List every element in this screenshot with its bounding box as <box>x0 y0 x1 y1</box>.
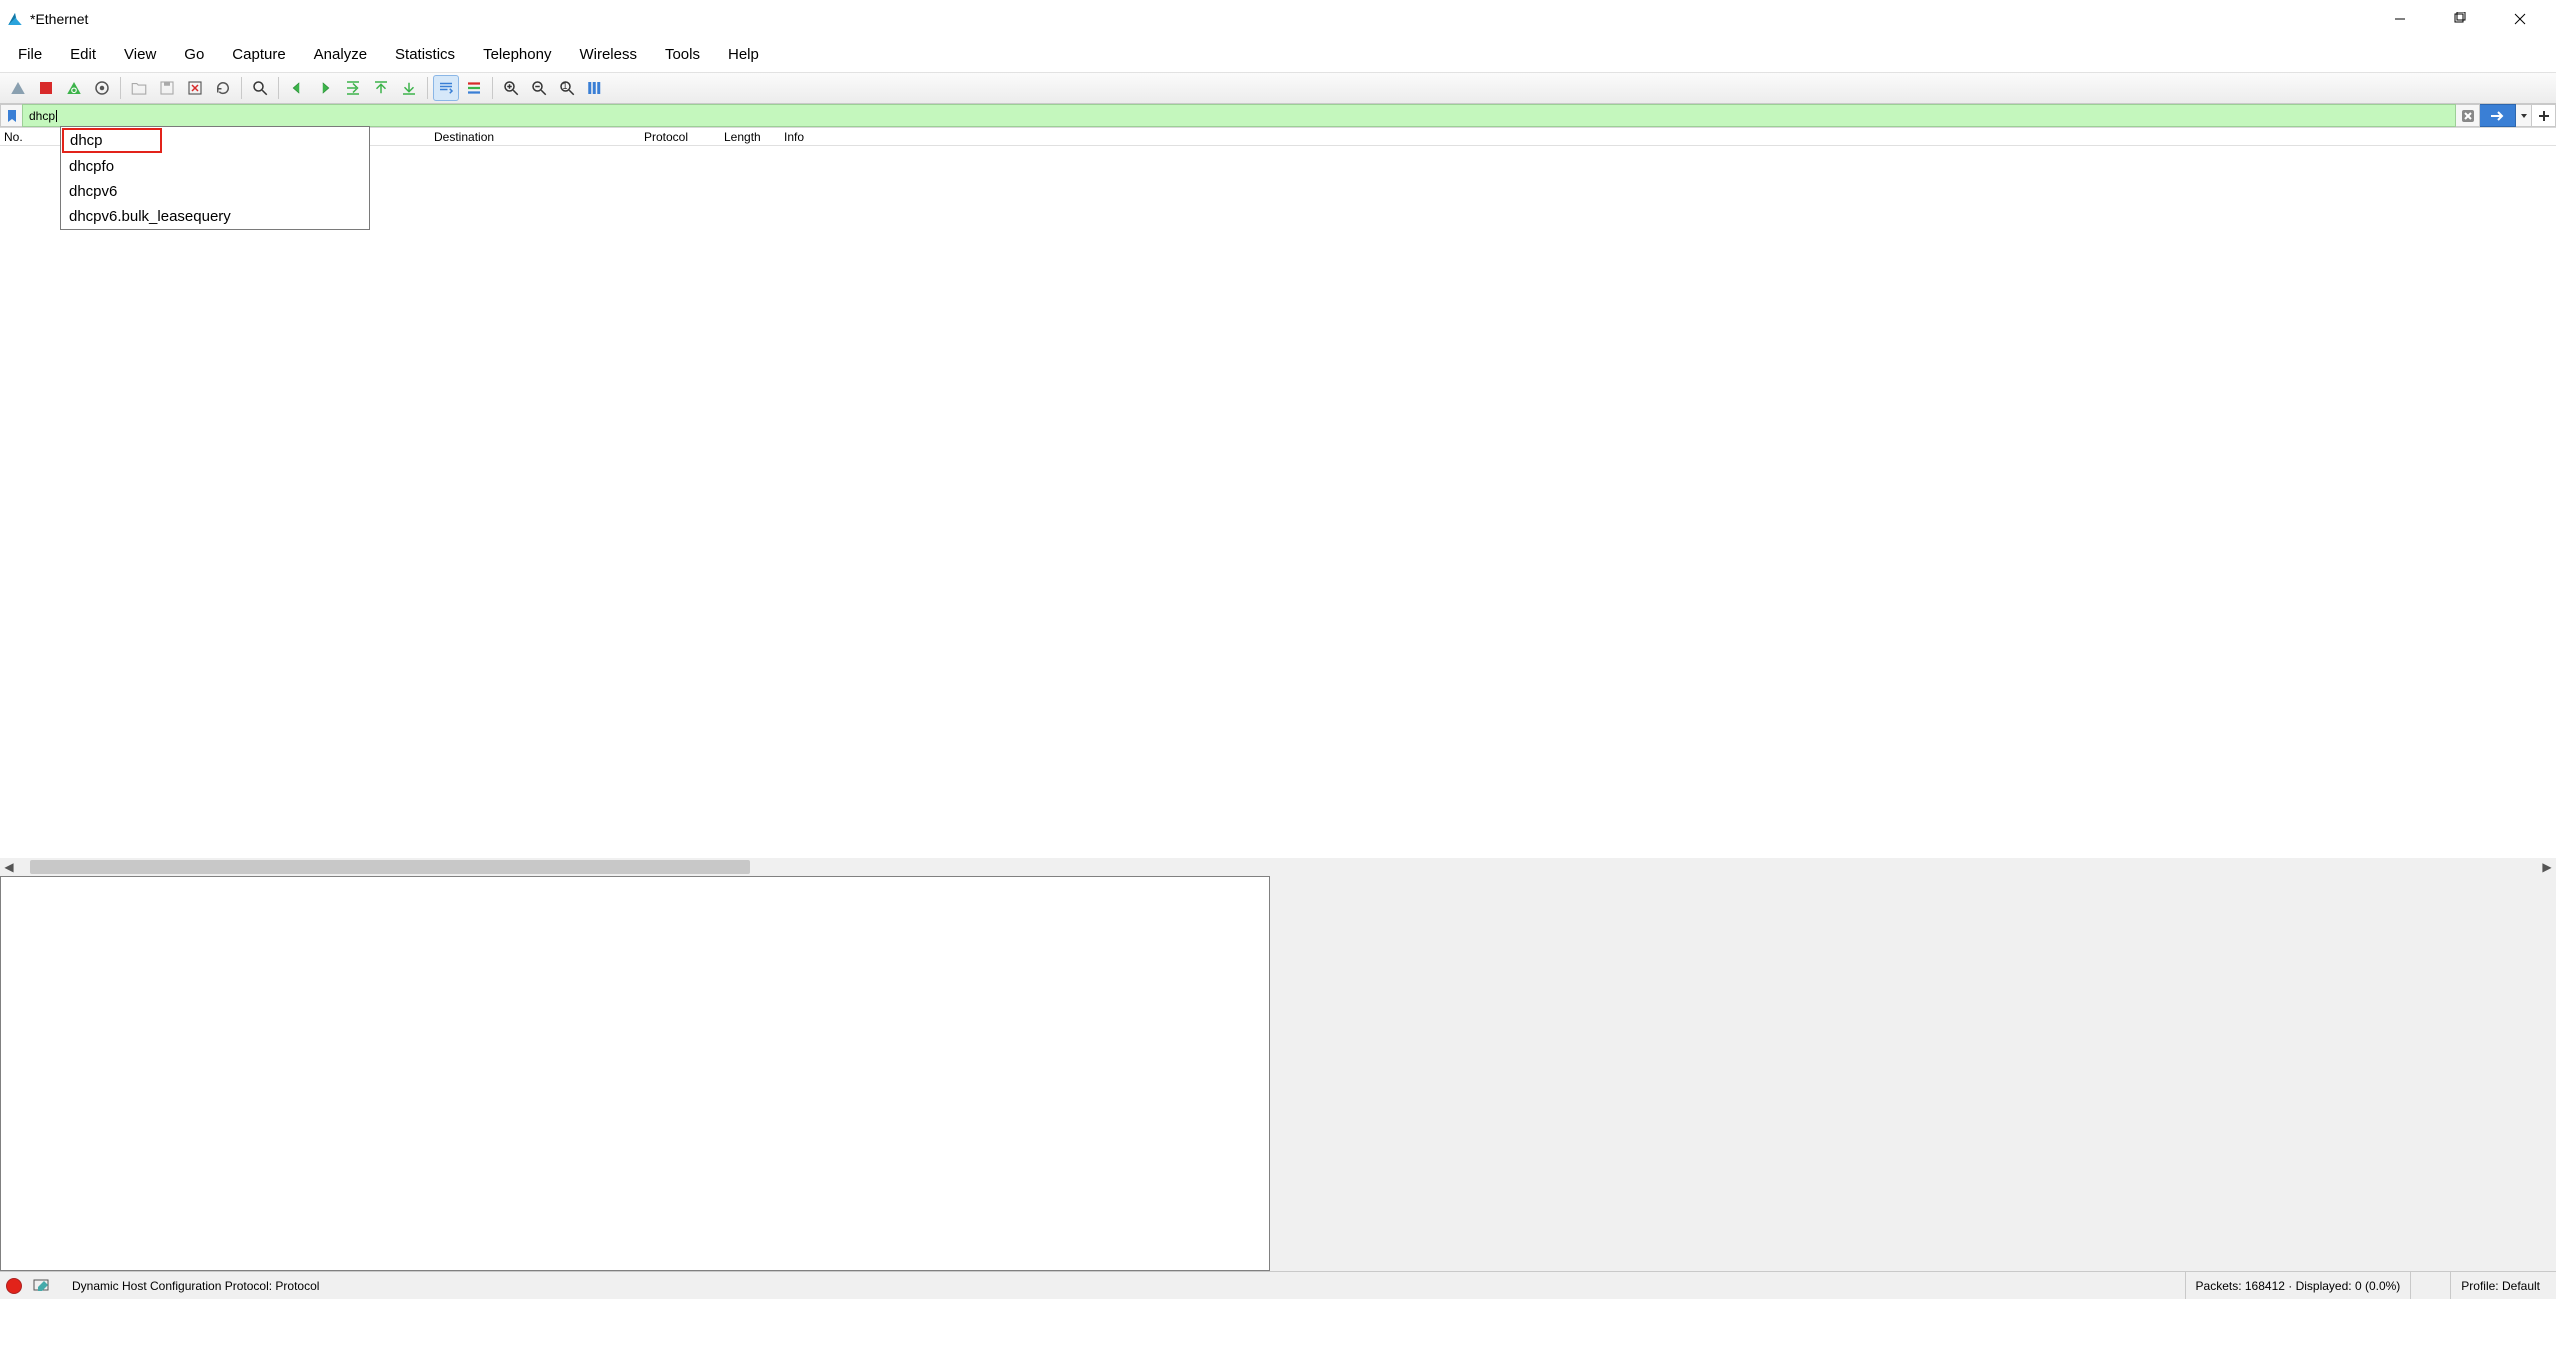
close-file-icon[interactable] <box>182 75 208 101</box>
restart-capture-icon[interactable] <box>61 75 87 101</box>
suggestion-item[interactable]: dhcpfo <box>61 154 369 179</box>
toolbar-separator <box>241 77 242 99</box>
zoom-out-icon[interactable] <box>526 75 552 101</box>
zoom-in-icon[interactable] <box>498 75 524 101</box>
suggestion-item[interactable]: dhcpv6 <box>61 179 369 204</box>
toolbar-separator <box>278 77 279 99</box>
scroll-track[interactable] <box>18 858 2538 876</box>
packet-list-headers: No. Destination Protocol Length Info <box>0 128 2556 146</box>
scroll-right-arrow[interactable]: ▶ <box>2538 858 2556 876</box>
status-spacer <box>2410 1272 2450 1299</box>
menu-edit[interactable]: Edit <box>56 40 110 69</box>
zoom-reset-icon[interactable]: 1 <box>554 75 580 101</box>
edit-capture-comment-icon[interactable] <box>32 1278 52 1294</box>
maximize-button[interactable] <box>2430 0 2490 38</box>
expert-info-button[interactable] <box>6 1278 22 1294</box>
window-controls <box>2370 0 2550 38</box>
main-toolbar: 1 <box>0 72 2556 104</box>
menu-statistics[interactable]: Statistics <box>381 40 469 69</box>
text-cursor <box>56 110 57 122</box>
svg-text:1: 1 <box>563 81 568 91</box>
title-bar: *Ethernet <box>0 0 2556 38</box>
packet-diagram-pane[interactable] <box>1270 876 2556 1271</box>
go-first-icon[interactable] <box>368 75 394 101</box>
app-icon <box>6 10 24 28</box>
clear-filter-button[interactable] <box>2456 104 2480 127</box>
status-packets: Packets: 168412 · Displayed: 0 (0.0%) <box>2185 1272 2411 1299</box>
reload-file-icon[interactable] <box>210 75 236 101</box>
find-packet-icon[interactable] <box>247 75 273 101</box>
packet-list-pane[interactable]: ◀ ▶ <box>0 146 2556 876</box>
display-filter-input[interactable]: dhcp <box>22 104 2456 127</box>
col-info[interactable]: Info <box>784 130 2556 144</box>
resize-columns-icon[interactable] <box>582 75 608 101</box>
menu-tools[interactable]: Tools <box>651 40 714 69</box>
packet-bytes-pane[interactable] <box>0 876 1270 1271</box>
menu-file[interactable]: File <box>4 40 56 69</box>
filter-bookmark-button[interactable] <box>0 104 22 127</box>
menu-view[interactable]: View <box>110 40 170 69</box>
toolbar-separator <box>492 77 493 99</box>
suggestion-item[interactable]: dhcpv6.bulk_leasequery <box>61 204 369 229</box>
open-file-icon[interactable] <box>126 75 152 101</box>
start-capture-icon[interactable] <box>5 75 31 101</box>
status-description: Dynamic Host Configuration Protocol: Pro… <box>72 1279 2185 1293</box>
apply-filter-button[interactable] <box>2480 104 2516 127</box>
go-last-icon[interactable] <box>396 75 422 101</box>
menu-analyze[interactable]: Analyze <box>300 40 381 69</box>
menu-capture[interactable]: Capture <box>218 40 299 69</box>
horizontal-scrollbar[interactable]: ◀ ▶ <box>0 858 2556 876</box>
menu-help[interactable]: Help <box>714 40 773 69</box>
window-title: *Ethernet <box>30 11 2370 27</box>
toolbar-separator <box>120 77 121 99</box>
go-to-packet-icon[interactable] <box>340 75 366 101</box>
go-forward-icon[interactable] <box>312 75 338 101</box>
display-filter-bar: dhcp dhcp dhcpfo dhcpv6 dhcpv6.bulk_leas… <box>0 104 2556 128</box>
menu-wireless[interactable]: Wireless <box>565 40 651 69</box>
status-profile[interactable]: Profile: Default <box>2450 1272 2550 1299</box>
toolbar-separator <box>427 77 428 99</box>
save-file-icon[interactable] <box>154 75 180 101</box>
scroll-thumb[interactable] <box>30 860 750 874</box>
capture-options-icon[interactable] <box>89 75 115 101</box>
filter-suggestion-dropdown: dhcp dhcpfo dhcpv6 dhcpv6.bulk_leasequer… <box>60 126 370 230</box>
auto-scroll-icon[interactable] <box>433 75 459 101</box>
bottom-panes <box>0 876 2556 1271</box>
colorize-icon[interactable] <box>461 75 487 101</box>
menu-bar: File Edit View Go Capture Analyze Statis… <box>0 38 2556 72</box>
stop-capture-icon[interactable] <box>33 75 59 101</box>
suggestion-item[interactable]: dhcp <box>62 128 162 153</box>
filter-controls <box>2456 104 2556 127</box>
add-filter-button[interactable] <box>2532 104 2556 127</box>
menu-telephony[interactable]: Telephony <box>469 40 565 69</box>
col-length[interactable]: Length <box>724 130 784 144</box>
filter-history-dropdown[interactable] <box>2516 104 2532 127</box>
close-button[interactable] <box>2490 0 2550 38</box>
col-protocol[interactable]: Protocol <box>644 130 724 144</box>
scroll-left-arrow[interactable]: ◀ <box>0 858 18 876</box>
filter-text: dhcp <box>29 109 55 123</box>
col-destination[interactable]: Destination <box>434 130 644 144</box>
minimize-button[interactable] <box>2370 0 2430 38</box>
menu-go[interactable]: Go <box>170 40 218 69</box>
go-back-icon[interactable] <box>284 75 310 101</box>
status-bar: Dynamic Host Configuration Protocol: Pro… <box>0 1271 2556 1299</box>
